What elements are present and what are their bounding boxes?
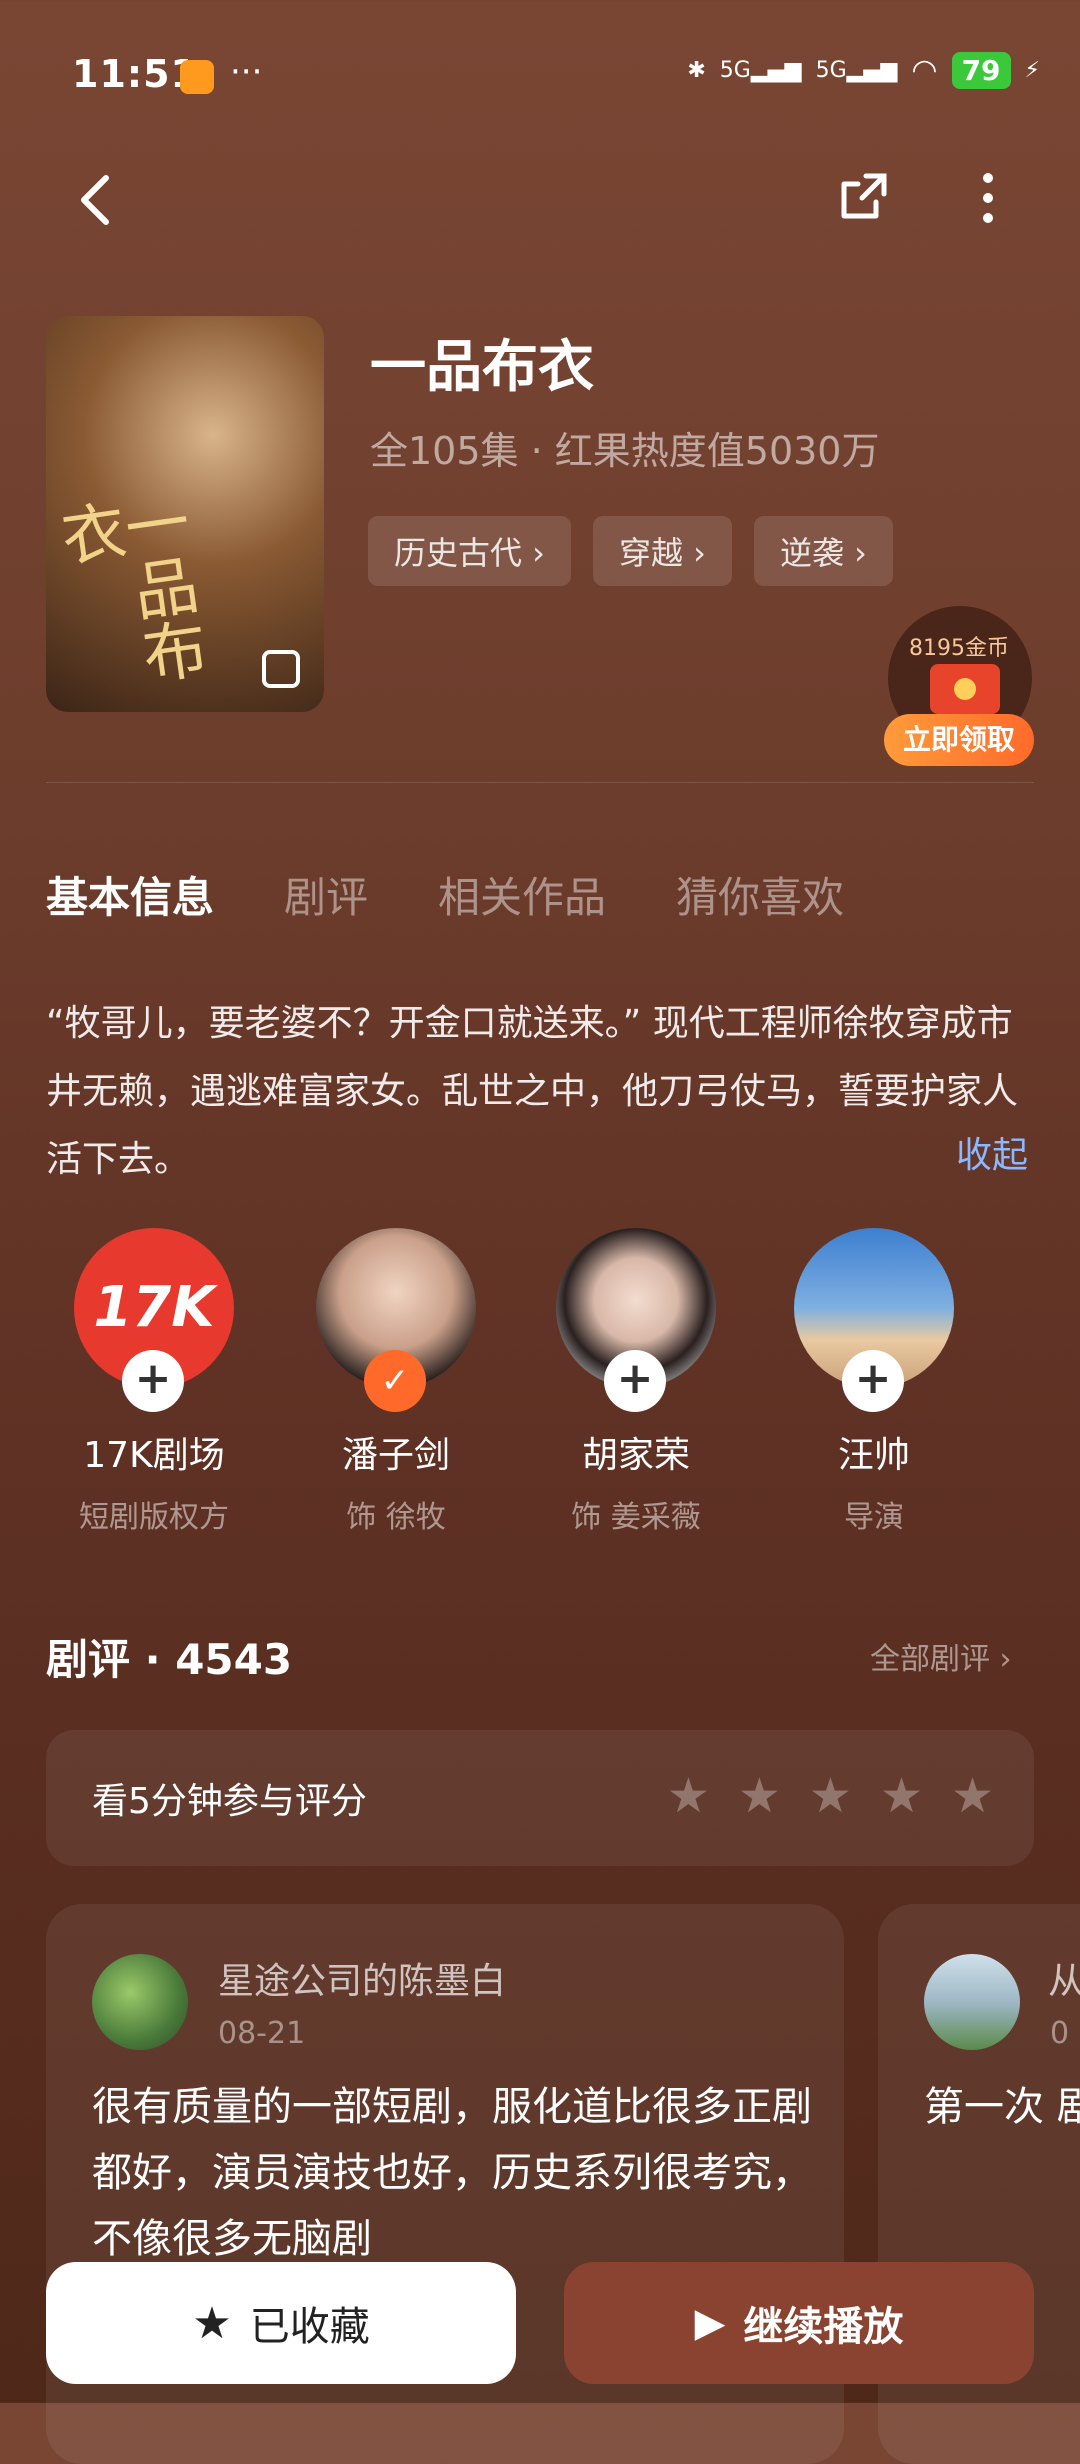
chevron-left-icon (81, 175, 109, 225)
rating-stars[interactable]: ★ ★ ★ ★ ★ (667, 1768, 994, 1824)
follow-plus-icon[interactable]: + (604, 1350, 666, 1412)
play-label: 继续播放 (743, 2304, 904, 2350)
avatar[interactable]: ✓ (316, 1228, 476, 1412)
reviews-title: 剧评 · 4543 (46, 1635, 293, 1684)
star-icon[interactable]: ★ (951, 1768, 994, 1824)
signal-1-icon: 5G▂▄▆ (719, 58, 802, 83)
divider (46, 782, 1034, 783)
wifi-icon: ◠ (911, 53, 938, 88)
star-icon[interactable]: ★ (667, 1768, 710, 1824)
cast-item[interactable]: + 汪帅 导演 (774, 1228, 974, 1536)
tab-related[interactable]: 相关作品 (438, 864, 606, 925)
review-date: 08-21 (218, 2016, 306, 2051)
avatar[interactable]: + (556, 1228, 716, 1412)
description-text: “牧哥儿，要老婆不？开金口就送来。” 现代工程师徐牧穿成市井无赖，遇逃难富家女。… (46, 1003, 1019, 1180)
more-notifications-icon: ··· (230, 52, 263, 92)
cast-role: 饰 徐牧 (346, 1500, 446, 1535)
avatar[interactable] (92, 1954, 188, 2050)
cast-item[interactable]: + 胡家荣 饰 姜采薇 (536, 1228, 736, 1536)
collapse-link[interactable]: 收起 (956, 1126, 1028, 1178)
star-icon: ★ (192, 2297, 232, 2349)
more-options-button[interactable] (968, 168, 1008, 228)
reviewer-name[interactable]: 星途公司的陈墨白 (218, 1952, 506, 2004)
all-reviews-link[interactable]: 全部剧评 › (870, 1634, 1012, 1678)
tab-reviews[interactable]: 剧评 (284, 864, 368, 925)
share-icon (841, 173, 887, 219)
tab-basic-info[interactable]: 基本信息 (46, 864, 214, 925)
status-icons: ✱ 5G▂▄▆ 5G▂▄▆ ◠ 79 ⚡ (687, 52, 1040, 89)
back-button[interactable] (70, 170, 120, 230)
follow-plus-icon[interactable]: + (842, 1350, 904, 1412)
review-text: 很有质量的一部短剧，服化道比很多正剧都好，演员演技也好，历史系列很考究，不像很多… (92, 2084, 812, 2262)
cast-name: 潘子剑 (341, 1435, 450, 1476)
avatar[interactable]: 17K + (74, 1228, 234, 1412)
rating-box[interactable]: 看5分钟参与评分 ★ ★ ★ ★ ★ (46, 1730, 1034, 1866)
charging-icon: ⚡ (1024, 58, 1040, 83)
favorite-label: 已收藏 (249, 2304, 370, 2350)
tag-time-travel[interactable]: 穿越 › (592, 516, 732, 586)
tag-history[interactable]: 历史古代 › (368, 516, 571, 586)
signal-2-icon: 5G▂▄▆ (815, 58, 898, 83)
image-icon[interactable] (262, 650, 300, 688)
avatar[interactable]: + (794, 1228, 954, 1412)
tag-list: 历史古代 › 穿越 › 逆袭 › (368, 516, 893, 586)
favorite-button[interactable]: ★ 已收藏 (46, 2262, 516, 2384)
cast-name: 汪帅 (837, 1435, 910, 1476)
bluetooth-icon: ✱ (687, 58, 706, 83)
review-date: 0 (1050, 2016, 1070, 2051)
reviewer-name[interactable]: 从 (1048, 1952, 1080, 2004)
cast-role: 短剧版权方 (79, 1500, 229, 1535)
cast-item[interactable]: 17K + 17K剧场 短剧版权方 (54, 1228, 254, 1536)
cast-name: 17K剧场 (83, 1435, 225, 1476)
coin-amount: 8195金币 (909, 636, 1009, 661)
poster-title: 一品布衣 (46, 487, 211, 688)
play-icon: ▶ (694, 2300, 726, 2346)
more-vertical-icon (983, 173, 993, 223)
follow-plus-icon[interactable]: + (122, 1350, 184, 1412)
cast-role: 导演 (844, 1500, 904, 1535)
coin-reward-widget[interactable]: 8195金币 立即领取 (884, 606, 1034, 766)
drama-title: 一品布衣 (370, 335, 594, 400)
drama-meta: 全105集 · 红果热度值5030万 (370, 429, 880, 473)
star-icon[interactable]: ★ (809, 1768, 852, 1824)
rating-prompt: 看5分钟参与评分 (92, 1781, 367, 1822)
cast-name: 胡家荣 (581, 1435, 690, 1476)
cast-role: 饰 姜采薇 (571, 1500, 701, 1535)
star-icon[interactable]: ★ (738, 1768, 781, 1824)
cast-item[interactable]: ✓ 潘子剑 饰 徐牧 (296, 1228, 496, 1536)
app-notification-icon (180, 60, 214, 94)
tag-comeback[interactable]: 逆袭 › (753, 516, 893, 586)
avatar[interactable] (924, 1954, 1020, 2050)
drama-poster[interactable]: 一品布衣 (46, 316, 324, 712)
claim-button[interactable]: 立即领取 (884, 714, 1034, 766)
star-icon[interactable]: ★ (880, 1768, 923, 1824)
share-button[interactable] (836, 168, 892, 224)
tab-bar: 基本信息 剧评 相关作品 猜你喜欢 (46, 864, 844, 925)
battery-icon: 79 (951, 52, 1011, 89)
tab-recommend[interactable]: 猜你喜欢 (676, 864, 844, 925)
continue-play-button[interactable]: ▶ 继续播放 (564, 2262, 1034, 2384)
red-packet-icon (930, 664, 1000, 714)
followed-check-icon[interactable]: ✓ (364, 1350, 426, 1412)
review-text: 第一次 剧，家 短剧能 (924, 2084, 1080, 2130)
